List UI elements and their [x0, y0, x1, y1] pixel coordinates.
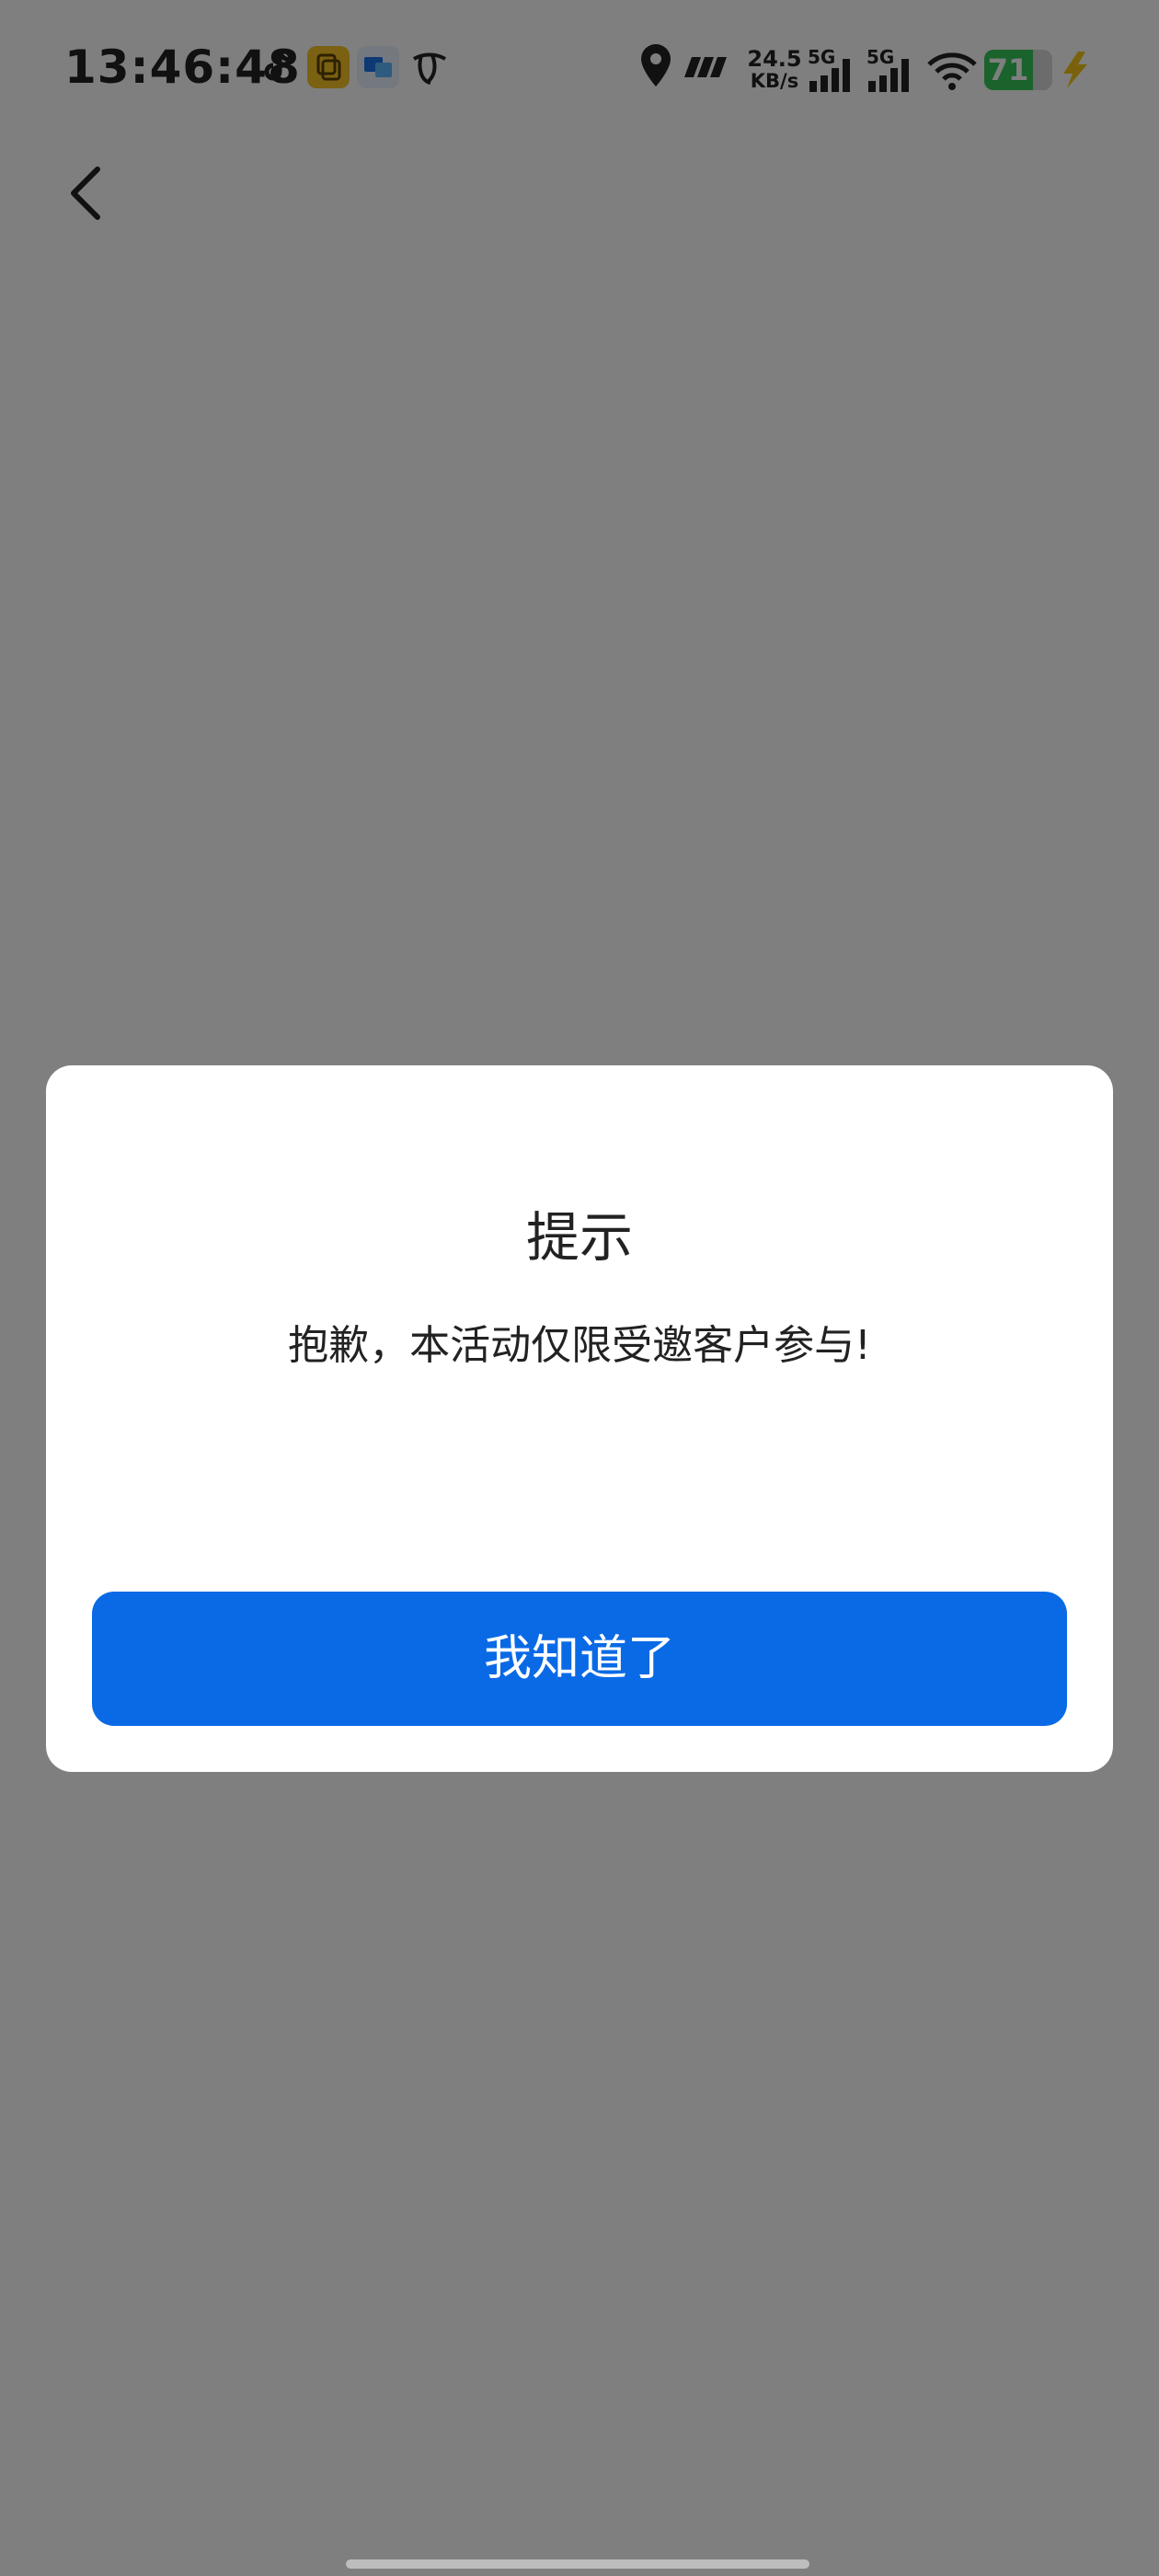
alert-dialog: 提示 抱歉，本活动仅限受邀客户参与! 我知道了 — [46, 1065, 1113, 1772]
confirm-button[interactable]: 我知道了 — [92, 1592, 1067, 1726]
dialog-message: 抱歉，本活动仅限受邀客户参与! — [288, 1322, 871, 1369]
dialog-title: 提示 — [525, 1206, 633, 1269]
home-indicator[interactable] — [346, 2559, 809, 2569]
